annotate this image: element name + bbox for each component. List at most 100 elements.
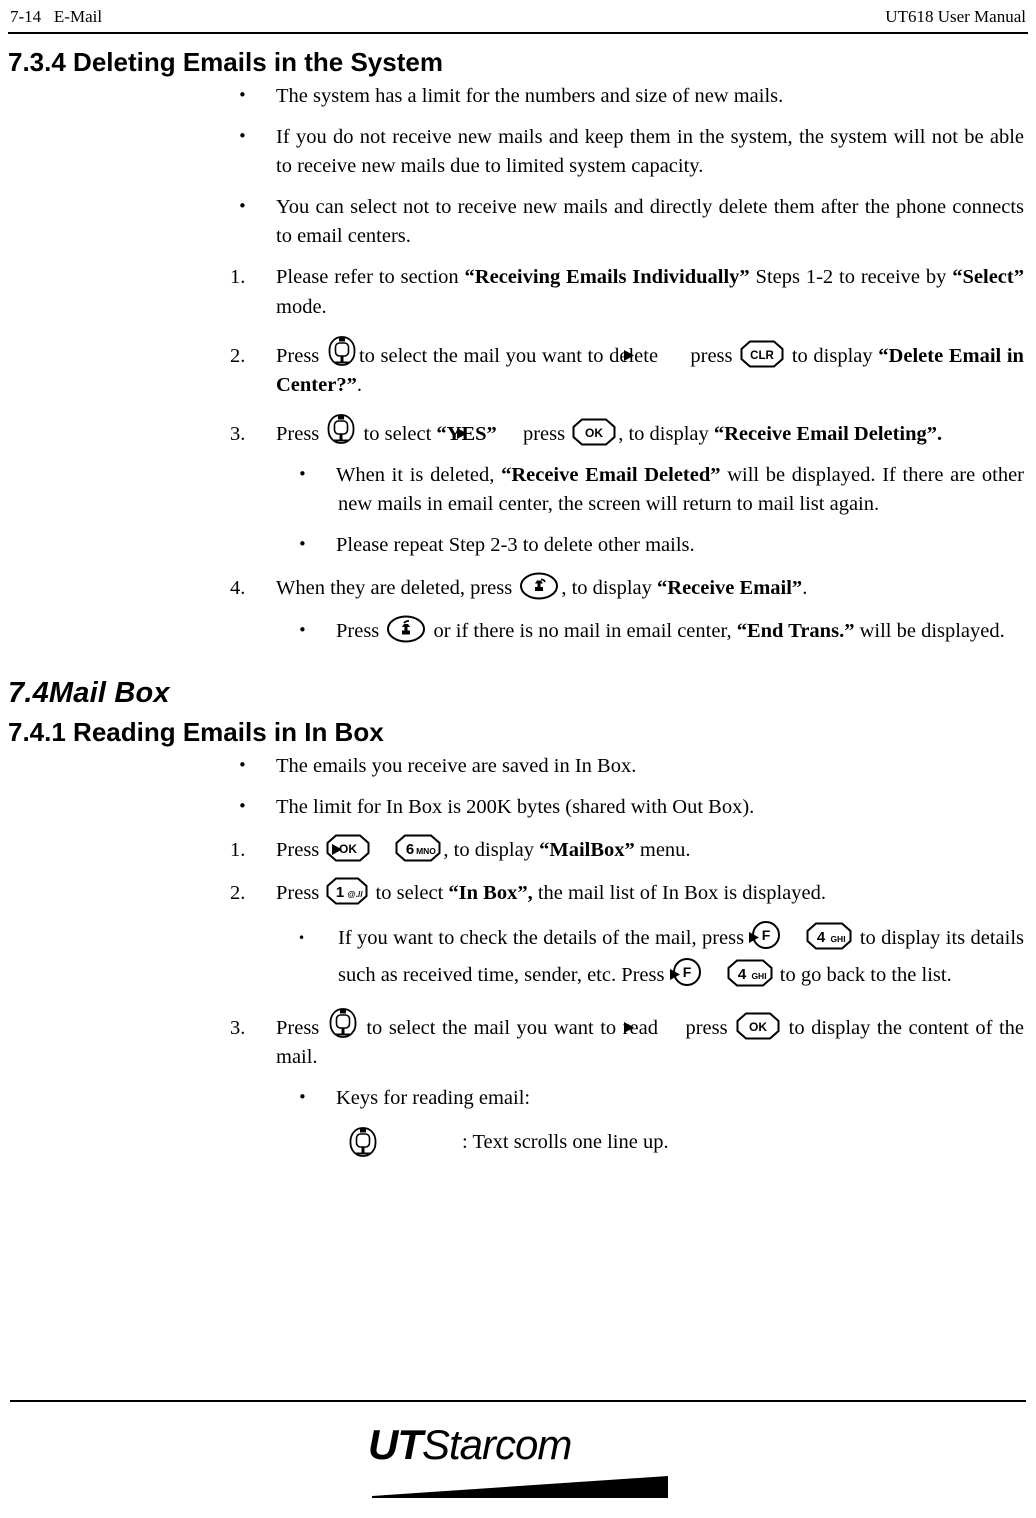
send-call-key-icon: [386, 615, 426, 643]
list-item-text: The system has a limit for the numbers a…: [276, 84, 784, 107]
nav-scroll-key-icon: [328, 1006, 358, 1040]
utstarcom-logo-text: UTStarcom: [368, 1424, 668, 1466]
section-7-4-1-content: • The emails you receive are saved in In …: [8, 752, 1028, 1160]
right-arrow-icon: [623, 348, 682, 363]
step-text: , to display: [561, 577, 658, 600]
list-item: • If you do not receive new mails and kee…: [8, 123, 1024, 181]
list-item-text-bold: “End Trans.”: [736, 620, 855, 643]
bullet-icon: •: [298, 931, 306, 946]
svg-text:F: F: [682, 964, 691, 980]
key-legend-row: : Text scrolls one line up.: [8, 1125, 1024, 1159]
step-number: 3.: [230, 1016, 246, 1039]
step-text: mode.: [276, 295, 327, 318]
key-legend-text: : Text scrolls one line up.: [462, 1130, 669, 1153]
step-text: , to display: [618, 422, 714, 445]
right-arrow-icon: [624, 1020, 682, 1035]
list-item-text: Please repeat Step 2-3 to delete other m…: [336, 534, 695, 557]
end-call-key-icon: [519, 572, 559, 600]
manual-page: 7-14 E-Mail UT618 User Manual 7.3.4 Dele…: [0, 0, 1036, 1518]
step-text: , to display: [443, 838, 540, 861]
list-item: • You can select not to receive new mails…: [8, 193, 1024, 251]
section-heading-7-4: 7.4 Mail Box: [8, 659, 1028, 716]
list-item-text: will be displayed.: [854, 620, 1005, 643]
key-1-icon: 1 @.//: [326, 877, 368, 905]
list-item: • If you want to check the details of the…: [8, 920, 1024, 994]
step-text: Please refer to section: [276, 266, 465, 289]
section-7-4-number: 7.4: [8, 676, 49, 709]
section-heading-7-3-4: 7.3.4 Deleting Emails in the System: [8, 47, 443, 77]
step-text: When they are deleted, press: [276, 577, 518, 600]
step-text: press: [517, 422, 571, 445]
list-item: • Press or if there is no mail in email c…: [8, 615, 1024, 646]
svg-text:1: 1: [336, 884, 344, 901]
list-item-text-bold: “Receive Email Deleted”: [501, 463, 721, 486]
step-text: Press: [276, 344, 325, 367]
step-number: 1.: [230, 838, 246, 861]
list-item: • The limit for In Box is 200K bytes (sha…: [8, 793, 1024, 822]
bullet-icon: •: [298, 464, 307, 483]
page-footer: UTStarcom: [8, 1400, 1028, 1518]
step-text: Steps 1-2 to receive by: [749, 266, 953, 289]
nav-scroll-key-icon: [326, 412, 356, 446]
step-text: Press: [276, 838, 325, 861]
step-text: to select the mail you want to read: [359, 1016, 665, 1039]
right-arrow-icon: [332, 842, 390, 857]
section-7-3-4-content: • The system has a limit for the numbers …: [8, 82, 1028, 647]
step-text: .: [356, 373, 362, 396]
step-text-bold: “Receive Email Deleting”: [713, 422, 938, 445]
bullet-icon: •: [238, 197, 247, 216]
numbered-step: 2. Press to select the mail you want to d…: [8, 334, 1024, 400]
step-text: Press: [276, 422, 325, 445]
list-item-text: The emails you receive are saved in In B…: [276, 754, 637, 777]
list-item-text: You can select not to receive new mails …: [276, 196, 1024, 248]
list-item-text: If you want to check the details of the …: [338, 927, 750, 950]
step-number: 4.: [230, 577, 246, 600]
list-item: • The emails you receive are saved in In …: [8, 752, 1024, 781]
step-text: to select: [370, 882, 449, 905]
right-arrow-icon: [456, 426, 515, 441]
step-text: to select: [358, 422, 437, 445]
numbered-step: 3. Press to select “YES” press OK, to dis…: [8, 412, 1024, 449]
bullet-icon: •: [238, 796, 247, 815]
list-item: • The system has a limit for the numbers …: [8, 82, 1024, 111]
list-item-text: to go back to the list.: [774, 964, 952, 987]
svg-text:4: 4: [737, 966, 746, 983]
page-header: 7-14 E-Mail UT618 User Manual: [8, 0, 1028, 29]
step-text: Press: [276, 1016, 326, 1039]
list-item: • Please repeat Step 2-3 to delete other …: [8, 531, 1024, 560]
clr-key-icon: CLR: [740, 340, 784, 368]
logo-swoosh-icon: [372, 1476, 668, 1498]
section-7-4-title: Mail Box: [48, 676, 170, 709]
step-text: to display: [786, 344, 879, 367]
logo-ut-text: UT: [368, 1421, 423, 1468]
header-right-text: UT618 User Manual: [885, 7, 1026, 26]
svg-text:@.//: @.//: [348, 889, 364, 899]
step-text: .: [802, 577, 808, 600]
svg-text:GHI: GHI: [831, 934, 846, 944]
key-4-ghi-icon: 4 GHI: [806, 922, 852, 950]
list-item: • Keys for reading email:: [8, 1084, 1024, 1113]
right-arrow-icon: [669, 967, 722, 982]
svg-text:MNO: MNO: [417, 846, 437, 856]
numbered-step: 4. When they are deleted, press , to disp…: [8, 572, 1024, 603]
svg-text:6: 6: [406, 841, 414, 858]
step-number: 1.: [230, 266, 246, 289]
step-text: the mail list of In Box is displayed.: [532, 882, 826, 905]
bullet-icon: •: [298, 535, 307, 554]
step-text: to select the mail you want to delete: [358, 344, 664, 367]
svg-text:OK: OK: [585, 426, 603, 440]
utstarcom-logo: UTStarcom: [368, 1424, 668, 1498]
list-item-text: Keys for reading email:: [336, 1087, 531, 1110]
section-heading-7-4-1: 7.4.1 Reading Emails in In Box: [8, 716, 384, 747]
key-4-ghi-icon: 4 GHI: [727, 959, 773, 987]
step-number: 2.: [230, 882, 246, 905]
bullet-icon: •: [238, 127, 247, 145]
ok-key-icon: OK: [736, 1012, 780, 1040]
step-text: press: [684, 344, 739, 367]
list-item-text: If you do not receive new mails and keep…: [276, 126, 1024, 178]
svg-text:GHI: GHI: [751, 971, 766, 981]
ok-key-icon: OK: [572, 418, 616, 446]
svg-text:CLR: CLR: [750, 350, 774, 362]
bullet-icon: •: [238, 755, 247, 774]
logo-starcom-text: Starcom: [422, 1421, 572, 1468]
